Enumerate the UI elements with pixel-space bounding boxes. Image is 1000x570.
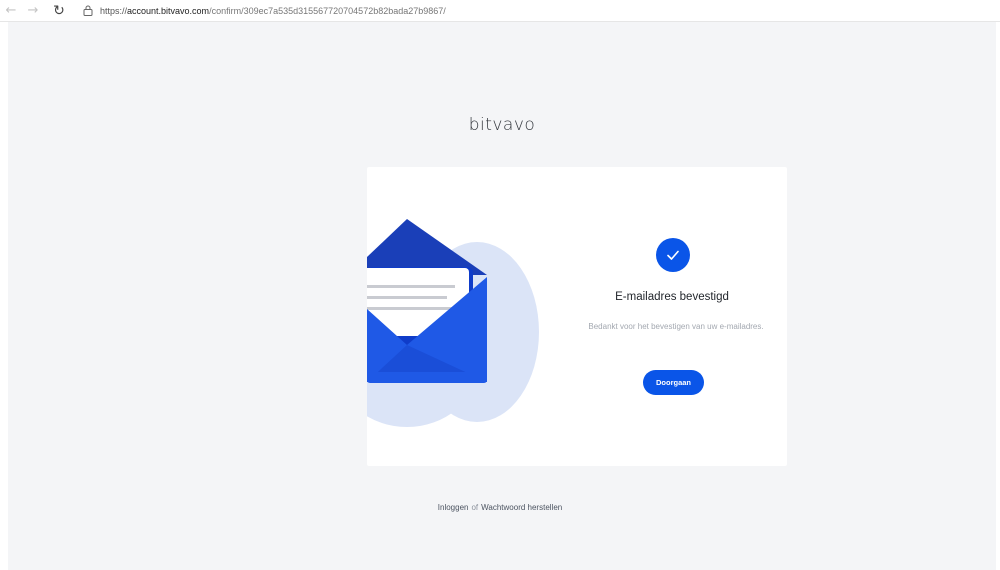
footer-separator: of bbox=[471, 503, 479, 512]
card-description: Bedankt voor het bevestigen van uw e-mai… bbox=[588, 322, 764, 331]
browser-address-bar: ← → ↻ https://account.bitvavo.com/confir… bbox=[0, 0, 1000, 22]
envelope-illustration bbox=[367, 219, 539, 427]
card-title: E-mailadres bevestigd bbox=[615, 291, 729, 303]
reload-icon[interactable]: ↻ bbox=[48, 0, 70, 22]
forward-arrow-icon[interactable]: → bbox=[22, 0, 44, 22]
continue-button[interactable]: Doorgaan bbox=[643, 370, 704, 395]
bitvavo-logo[interactable]: bitvavo bbox=[8, 115, 996, 135]
footer-links: Inloggen of Wachtwoord herstellen bbox=[0, 503, 1000, 512]
url-host: account.bitvavo.com bbox=[127, 5, 210, 16]
page-background: bitvavo E-mailadres bevestigd Bedankt vo… bbox=[8, 22, 996, 570]
back-arrow-icon[interactable]: ← bbox=[0, 0, 22, 22]
url-path: /confirm/309ec7a535d315567720704572b82ba… bbox=[209, 5, 446, 16]
lock-icon[interactable] bbox=[82, 5, 94, 17]
check-circle-icon bbox=[656, 238, 690, 272]
login-link[interactable]: Inloggen bbox=[438, 503, 469, 512]
confirmation-card: E-mailadres bevestigd Bedankt voor het b… bbox=[367, 167, 787, 466]
url-field[interactable]: https://account.bitvavo.com/confirm/309e… bbox=[100, 6, 446, 16]
url-scheme: https:// bbox=[100, 5, 128, 16]
reset-password-link[interactable]: Wachtwoord herstellen bbox=[481, 503, 562, 512]
